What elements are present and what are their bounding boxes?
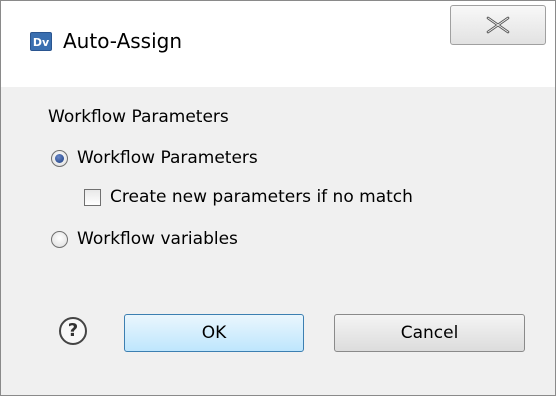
ok-button[interactable]: OK xyxy=(124,314,304,352)
window-title: Auto-Assign xyxy=(63,29,183,53)
radio-workflow-parameters-label: Workflow Parameters xyxy=(77,148,258,168)
checkbox-create-new-parameters[interactable]: Create new parameters if no match xyxy=(84,187,413,207)
radio-button-checked[interactable] xyxy=(51,149,68,167)
close-button[interactable] xyxy=(450,5,546,45)
dialog-content: Workflow Parameters Workflow Parameters … xyxy=(1,87,555,395)
cancel-button[interactable]: Cancel xyxy=(334,314,525,352)
close-icon xyxy=(486,16,510,34)
dv-app-icon: Dv xyxy=(30,32,52,51)
checkbox-create-new-parameters-label: Create new parameters if no match xyxy=(110,187,413,207)
checkbox[interactable] xyxy=(84,188,101,206)
group-label: Workflow Parameters xyxy=(48,107,229,127)
auto-assign-dialog: Dv Auto-Assign Workflow Parameters Workf… xyxy=(0,0,556,396)
radio-workflow-variables[interactable]: Workflow variables xyxy=(51,229,238,249)
radio-workflow-parameters[interactable]: Workflow Parameters xyxy=(51,148,258,168)
help-icon[interactable]: ? xyxy=(59,317,87,345)
radio-button[interactable] xyxy=(51,230,68,248)
radio-workflow-variables-label: Workflow variables xyxy=(77,229,238,249)
title-bar: Dv Auto-Assign xyxy=(1,1,555,87)
